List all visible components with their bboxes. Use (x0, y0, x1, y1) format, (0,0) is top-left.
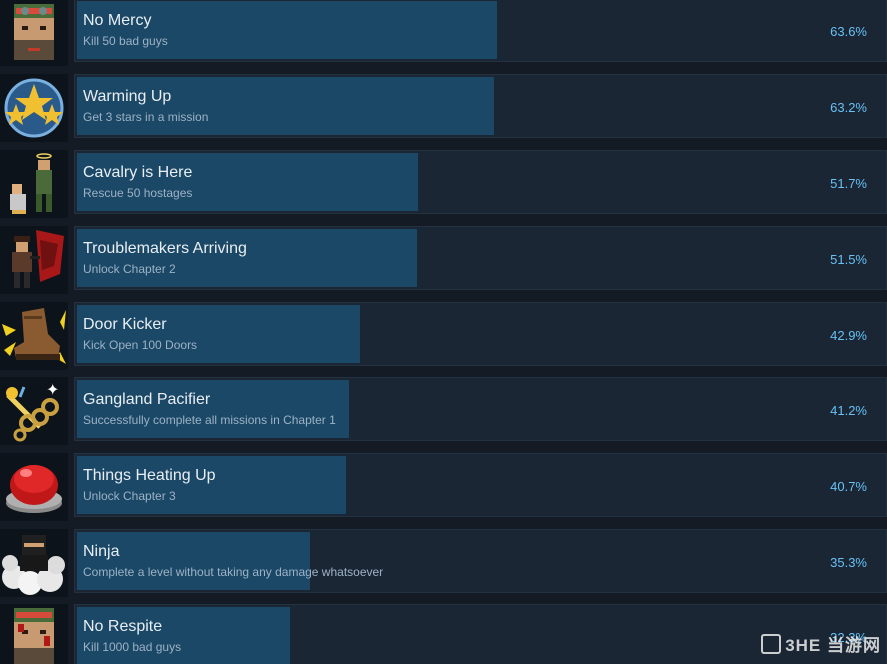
unlock-percentage: 40.7% (830, 479, 867, 494)
progress-fill (77, 153, 418, 211)
achievement-row[interactable]: Ninja Complete a level without taking an… (0, 529, 887, 597)
red-alarm-button-icon (0, 453, 68, 521)
achievement-card: Gangland Pacifier Successfully complete … (74, 377, 887, 441)
achievement-row[interactable]: No Respite Kill 1000 bad guys 32.3% (0, 604, 887, 664)
watermark-text: 3HE 当游网 (785, 636, 881, 655)
progress-fill (77, 380, 349, 438)
achievement-description: Complete a level without taking any dama… (83, 565, 384, 579)
achievement-title: No Mercy (83, 12, 152, 29)
soldier-face-icon (0, 0, 68, 66)
achievement-title: Troublemakers Arriving (83, 240, 247, 257)
unlock-percentage: 51.7% (830, 176, 867, 191)
soldier-hostage-icon (0, 150, 68, 218)
progress-fill (77, 305, 360, 363)
achievement-list: No Mercy Kill 50 bad guys 63.6% Warming … (0, 0, 887, 664)
achievement-description: Successfully complete all missions in Ch… (83, 413, 336, 427)
svg-text:✦: ✦ (46, 380, 59, 399)
watermark-square-icon (761, 634, 782, 654)
achievement-card: Things Heating Up Unlock Chapter 3 40.7% (74, 453, 887, 517)
unlock-percentage: 63.6% (830, 24, 867, 39)
unlock-percentage: 41.2% (830, 403, 867, 418)
achievement-title: Gangland Pacifier (83, 391, 211, 408)
achievement-title: Ninja (83, 543, 120, 560)
achievement-row[interactable]: Cavalry is Here Rescue 50 hostages 51.7% (0, 150, 887, 218)
kicking-boot-icon (0, 302, 68, 370)
unlock-percentage: 63.2% (830, 100, 867, 115)
watermark-logo: 3HE 当游网 (761, 631, 881, 656)
achievement-card: Warming Up Get 3 stars in a mission 63.2… (74, 74, 887, 138)
unlock-percentage: 42.9% (830, 328, 867, 343)
achievement-row[interactable]: Door Kicker Kick Open 100 Doors 42.9% (0, 302, 887, 370)
achievement-row[interactable]: ✦ Gangland Pacifier Successfully complet… (0, 377, 887, 445)
ninja-smoke-icon (0, 529, 68, 597)
achievement-title: Cavalry is Here (83, 164, 193, 181)
gunman-red-flag-icon (0, 226, 68, 294)
achievement-description: Kill 1000 bad guys (83, 640, 182, 654)
progress-fill (77, 1, 497, 59)
achievement-title: Warming Up (83, 88, 172, 105)
three-stars-badge-icon (0, 74, 68, 142)
achievement-description: Get 3 stars in a mission (83, 110, 209, 124)
unlock-percentage: 51.5% (830, 252, 867, 267)
achievement-description: Unlock Chapter 2 (83, 262, 176, 276)
achievement-card: Door Kicker Kick Open 100 Doors 42.9% (74, 302, 887, 366)
achievement-row[interactable]: Troublemakers Arriving Unlock Chapter 2 … (0, 226, 887, 294)
achievement-card: Cavalry is Here Rescue 50 hostages 51.7% (74, 150, 887, 214)
achievement-description: Kill 50 bad guys (83, 34, 168, 48)
achievement-title: Door Kicker (83, 316, 167, 333)
achievement-description: Unlock Chapter 3 (83, 489, 176, 503)
achievement-row[interactable]: No Mercy Kill 50 bad guys 63.6% (0, 0, 887, 66)
achievement-description: Kick Open 100 Doors (83, 338, 198, 352)
progress-fill (77, 456, 346, 514)
achievement-card: Troublemakers Arriving Unlock Chapter 2 … (74, 226, 887, 290)
achievement-card: Ninja Complete a level without taking an… (74, 529, 887, 593)
bloody-soldier-face-icon (0, 604, 68, 664)
achievement-title: No Respite (83, 618, 163, 635)
brass-knuckles-icon: ✦ (0, 377, 68, 445)
achievement-row[interactable]: Warming Up Get 3 stars in a mission 63.2… (0, 74, 887, 142)
achievement-card: No Mercy Kill 50 bad guys 63.6% (74, 0, 887, 62)
achievement-row[interactable]: Things Heating Up Unlock Chapter 3 40.7% (0, 453, 887, 521)
achievement-title: Things Heating Up (83, 467, 216, 484)
progress-fill (77, 532, 310, 590)
progress-fill (77, 77, 494, 135)
unlock-percentage: 35.3% (830, 555, 867, 570)
achievement-description: Rescue 50 hostages (83, 186, 193, 200)
progress-fill (77, 229, 417, 287)
